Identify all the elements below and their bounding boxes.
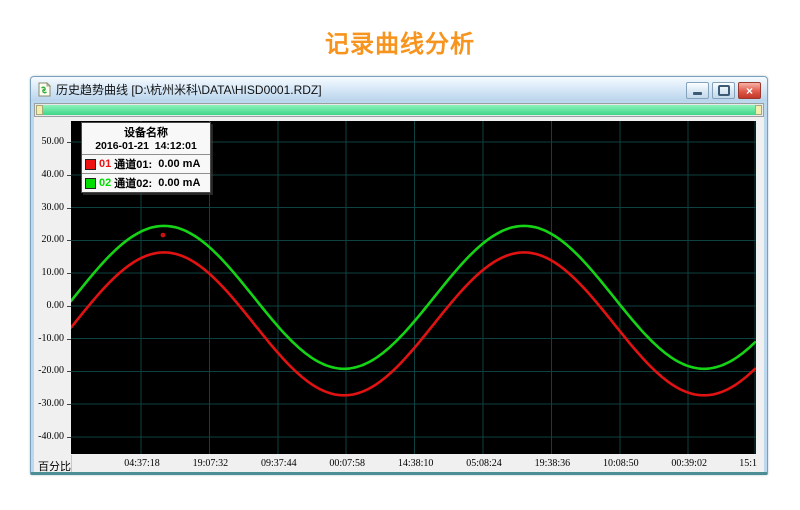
legend-panel: 设备名称 2016-01-21 14:12:01 01 通道01: 0.00 m…: [81, 122, 211, 193]
minimize-button[interactable]: [686, 82, 709, 99]
chart-client-area: 50.00 40.00 30.00 20.00 10.00 0.00 -10.00 -20.0…: [34, 117, 764, 472]
minimize-icon: [693, 92, 702, 95]
y-tick-label: -10.00: [38, 333, 64, 344]
close-button[interactable]: ×: [738, 82, 761, 99]
x-tick-label: 15:1: [739, 458, 757, 469]
channel-02-swatch: [85, 178, 96, 189]
curve-channel-02: [71, 226, 755, 369]
y-tick-label: -30.00: [38, 398, 64, 409]
time-range-scrollbar[interactable]: [34, 103, 764, 117]
x-tick-label: 00:07:58: [329, 458, 365, 469]
y-axis: 50.00 40.00 30.00 20.00 10.00 0.00 -10.00 -20.0…: [34, 121, 71, 454]
maximize-button[interactable]: [712, 82, 735, 99]
x-tick-label: 19:07:32: [193, 458, 229, 469]
app-window: 历史趋势曲线 [D:\杭州米科\DATA\HISD0001.RDZ] × 50.…: [30, 76, 768, 475]
channel-01-swatch: [85, 159, 96, 170]
range-fill: [43, 105, 755, 115]
y-tick-label: -40.00: [38, 431, 64, 442]
legend-timestamp: 2016-01-21 14:12:01: [82, 140, 210, 154]
y-tick-label: 0.00: [47, 300, 65, 311]
channel-02-value: 0.00 mA: [155, 177, 200, 189]
x-tick-label: 19:38:36: [535, 458, 571, 469]
x-axis: 04:37:18 19:07:32 09:37:44 00:07:58 14:38:10…: [71, 455, 757, 472]
y-tick-label: 20.00: [42, 234, 65, 245]
x-tick-label: 05:08:24: [466, 458, 502, 469]
cursor-dot: [161, 233, 166, 238]
x-tick-label: 09:37:44: [261, 458, 297, 469]
channel-01-value: 0.00 mA: [155, 158, 200, 170]
range-handle-right[interactable]: [755, 105, 762, 115]
channel-02-label: 通道02:: [114, 175, 152, 191]
x-tick-label: 14:38:10: [398, 458, 434, 469]
close-icon: ×: [746, 85, 753, 97]
y-tick-label: 40.00: [42, 169, 65, 180]
document-icon: [38, 82, 51, 97]
x-tick-label: 00:39:02: [671, 458, 707, 469]
channel-01-label: 通道01:: [114, 156, 152, 172]
channel-02-id: 02: [99, 177, 111, 189]
maximize-icon: [718, 85, 730, 96]
page-title: 记录曲线分析: [0, 0, 800, 59]
channel-01-id: 01: [99, 158, 111, 170]
x-tick-label: 04:37:18: [124, 458, 160, 469]
y-tick-label: 50.00: [42, 136, 65, 147]
y-unit-label: 百分比: [38, 458, 71, 472]
titlebar[interactable]: 历史趋势曲线 [D:\杭州米科\DATA\HISD0001.RDZ] ×: [31, 77, 767, 101]
range-handle-left[interactable]: [36, 105, 43, 115]
y-tick-label: -20.00: [38, 365, 64, 376]
window-title: 历史趋势曲线 [D:\杭州米科\DATA\HISD0001.RDZ]: [56, 81, 322, 98]
y-tick-label: 10.00: [42, 267, 65, 278]
legend-header: 设备名称: [82, 123, 210, 140]
legend-row-channel-01: 01 通道01: 0.00 mA: [82, 154, 210, 173]
y-tick-label: 30.00: [42, 202, 65, 213]
legend-row-channel-02: 02 通道02: 0.00 mA: [82, 173, 210, 192]
x-tick-label: 10:08:50: [603, 458, 639, 469]
